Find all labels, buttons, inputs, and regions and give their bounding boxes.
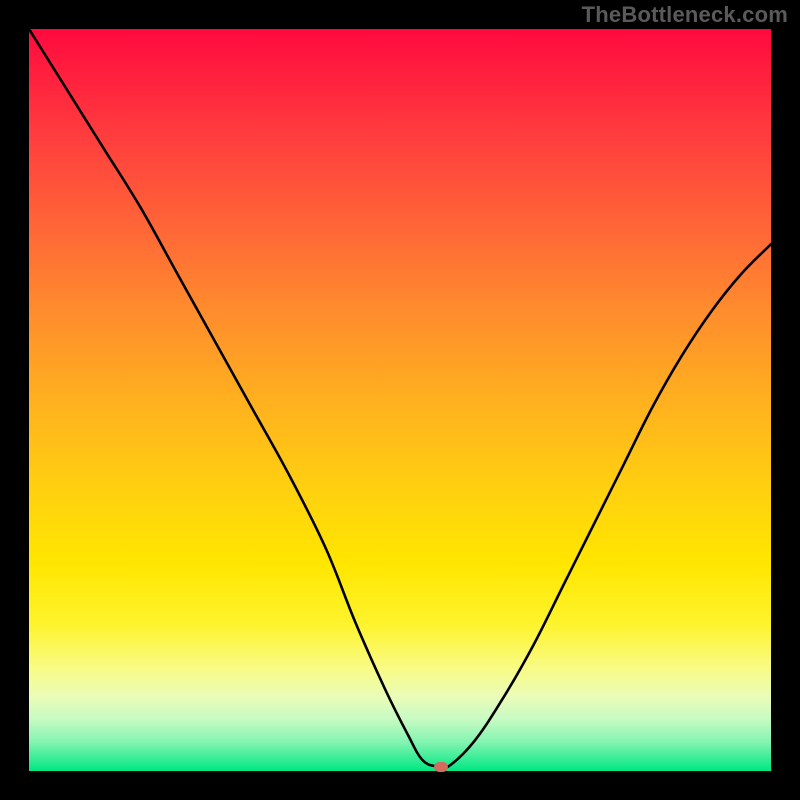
chart-frame: TheBottleneck.com (0, 0, 800, 800)
curve-path (29, 29, 771, 769)
minimum-marker (434, 762, 448, 772)
bottleneck-curve (29, 29, 771, 771)
plot-area (29, 29, 771, 771)
watermark-text: TheBottleneck.com (582, 2, 788, 28)
